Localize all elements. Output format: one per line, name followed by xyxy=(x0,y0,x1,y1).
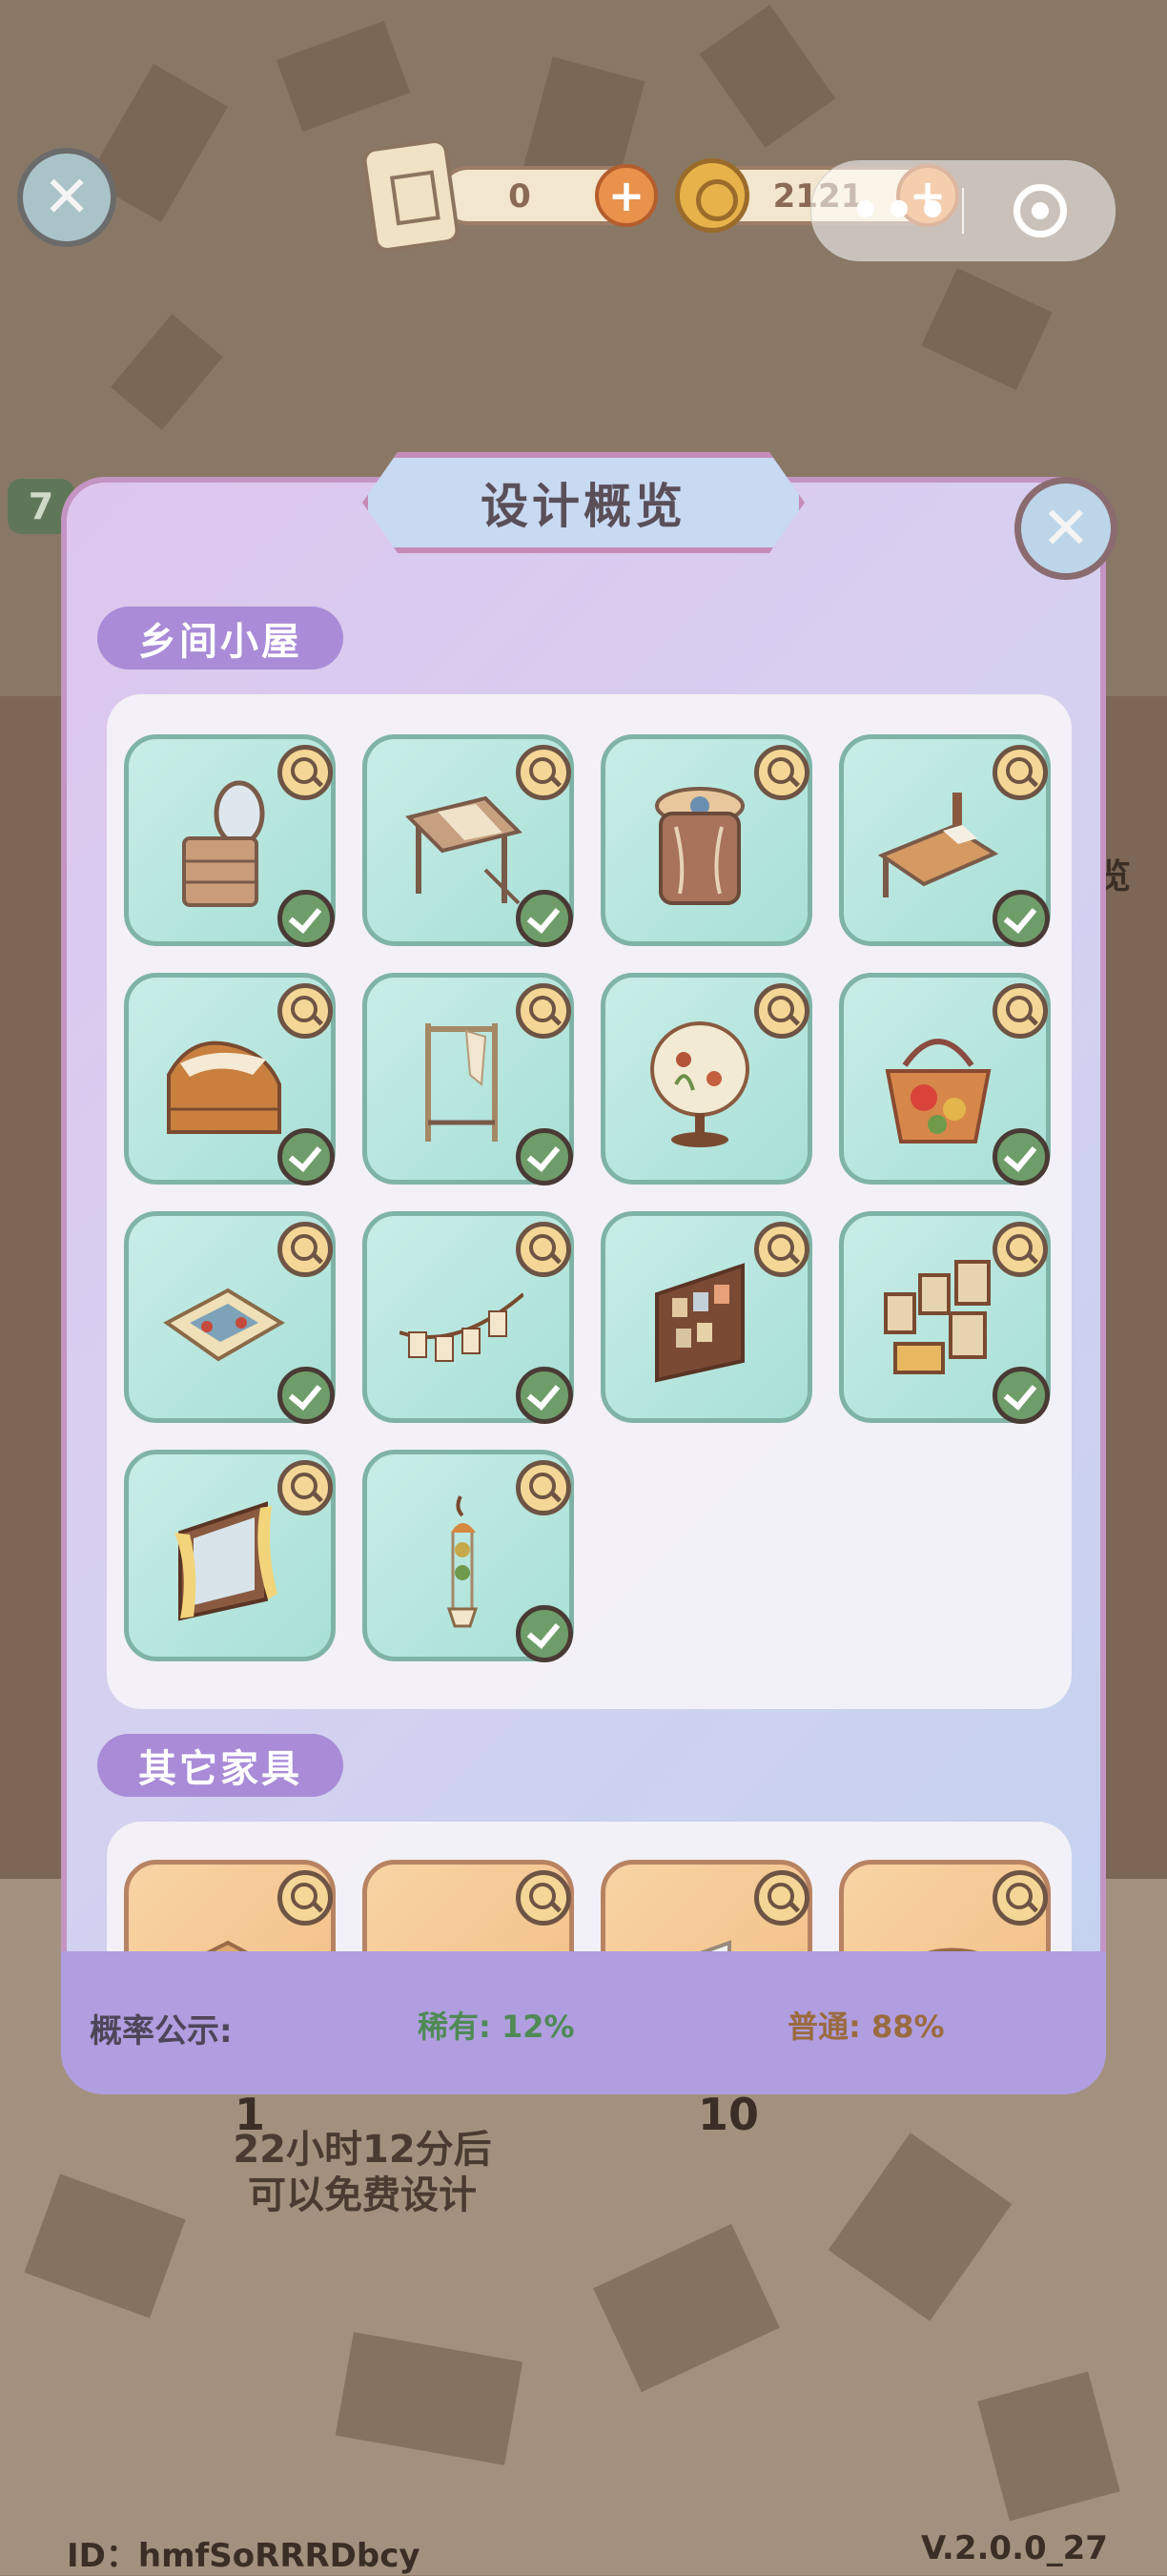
quilted-bed-icon xyxy=(877,793,999,897)
item-tile[interactable] xyxy=(362,734,574,947)
magnify-icon[interactable] xyxy=(516,745,571,800)
close-miniprogram-icon[interactable] xyxy=(1013,184,1067,237)
dialog-close-button[interactable]: ✕ xyxy=(1014,477,1117,580)
coin-icon xyxy=(675,158,749,233)
magnify-icon[interactable] xyxy=(277,1870,333,1926)
wall-frames-icon xyxy=(884,1260,991,1374)
magnify-icon[interactable] xyxy=(516,1222,571,1277)
section-tag-cottage: 乡间小屋 xyxy=(97,607,343,670)
item-tile[interactable] xyxy=(839,973,1051,1185)
collected-check-icon xyxy=(516,1128,573,1185)
magnify-icon[interactable] xyxy=(516,983,571,1039)
collected-check-icon xyxy=(277,1367,335,1424)
free-design-line2: 可以免费设计 xyxy=(248,2174,477,2217)
collected-check-icon xyxy=(516,890,573,947)
magnify-icon[interactable] xyxy=(754,745,809,800)
round-stool-icon xyxy=(655,787,745,905)
collected-check-icon xyxy=(277,1128,335,1185)
close-icon: ✕ xyxy=(1041,493,1091,563)
collected-check-icon xyxy=(993,1128,1050,1185)
magnify-icon[interactable] xyxy=(993,745,1048,800)
magnify-icon[interactable] xyxy=(277,1460,333,1515)
capsule-divider xyxy=(962,188,964,234)
collected-check-icon xyxy=(277,890,335,947)
probability-label: 概率公示: xyxy=(90,2012,233,2050)
exit-button[interactable]: ✕ xyxy=(17,148,116,247)
vanity-dresser-icon xyxy=(182,780,265,907)
magnify-icon[interactable] xyxy=(754,983,809,1039)
item-tile[interactable] xyxy=(362,1450,574,1662)
magnify-icon[interactable] xyxy=(993,983,1048,1039)
item-tile[interactable] xyxy=(124,734,336,947)
magnify-icon[interactable] xyxy=(754,1870,809,1926)
floral-lamp-icon xyxy=(650,1021,749,1147)
probability-bar: 概率公示: 稀有: 12% 普通: 88% xyxy=(61,1951,1106,2094)
magnify-icon[interactable] xyxy=(993,1870,1048,1926)
design-scroll-icon xyxy=(360,137,461,254)
bunting-garland-icon xyxy=(399,1292,523,1362)
design-overview-dialog: 乡间小屋 其它家具 xyxy=(61,477,1106,2094)
magnify-icon[interactable] xyxy=(277,1222,333,1277)
magnify-icon[interactable] xyxy=(277,983,333,1039)
draped-sofa-icon xyxy=(167,1041,281,1134)
item-tile[interactable] xyxy=(839,1211,1051,1424)
section-tag-other-furniture: 其它家具 xyxy=(97,1734,343,1797)
magnify-icon[interactable] xyxy=(516,1870,571,1926)
common-probability: 普通: 88% xyxy=(788,2009,945,2045)
free-design-line1: 22小时12分后 xyxy=(233,2128,492,2172)
item-tile[interactable] xyxy=(601,1211,812,1423)
flower-basket-icon xyxy=(885,1039,992,1144)
collected-check-icon xyxy=(993,1367,1050,1424)
magnify-icon[interactable] xyxy=(277,745,333,800)
lace-desk-icon xyxy=(405,795,522,905)
more-options-button[interactable]: ••• xyxy=(850,186,951,236)
item-tile[interactable] xyxy=(124,1211,336,1424)
collected-check-icon xyxy=(516,1367,573,1424)
item-tile[interactable] xyxy=(601,973,812,1185)
magnify-icon[interactable] xyxy=(993,1222,1048,1277)
item-tile[interactable] xyxy=(124,973,336,1185)
dialog-title: 设计概览 xyxy=(481,479,686,534)
rare-probability: 稀有: 12% xyxy=(418,2009,575,2045)
mini-program-capsule: ••• xyxy=(810,160,1116,261)
clothes-rack-icon xyxy=(425,1023,498,1142)
collected-check-icon xyxy=(516,1605,573,1662)
item-tile[interactable] xyxy=(601,734,812,946)
magnify-icon[interactable] xyxy=(754,1222,809,1277)
hanging-plant-icon xyxy=(446,1495,479,1628)
collected-check-icon xyxy=(993,890,1050,947)
add-scroll-button[interactable]: + xyxy=(595,164,658,227)
close-icon: ✕ xyxy=(42,164,92,231)
curtained-window-icon xyxy=(174,1501,277,1621)
item-tile[interactable] xyxy=(362,973,574,1185)
floral-rug-icon xyxy=(163,1288,285,1362)
ten-design-count: 10 xyxy=(698,2089,760,2140)
version-label: V.2.0.0_27 xyxy=(921,2529,1108,2567)
scroll-count: 0 xyxy=(508,177,531,216)
free-design-timer: 22小时12分后 可以免费设计 xyxy=(191,2127,534,2218)
card-display-icon xyxy=(655,1263,745,1383)
item-tile[interactable] xyxy=(124,1450,336,1661)
item-tile[interactable] xyxy=(839,734,1051,947)
dialog-title-plate: 设计概览 xyxy=(362,452,805,553)
item-tile[interactable] xyxy=(362,1211,574,1424)
player-id: ID：hmfSoRRRDbcy xyxy=(67,2537,420,2575)
magnify-icon[interactable] xyxy=(516,1460,571,1515)
